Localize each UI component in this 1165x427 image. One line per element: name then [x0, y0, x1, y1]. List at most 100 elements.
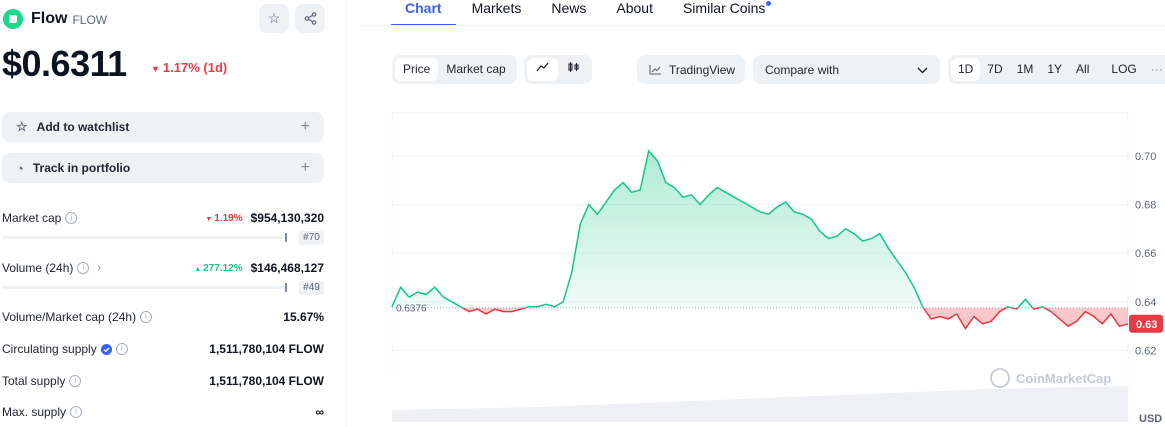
max-supply-row: Max. supply i ∞	[2, 405, 324, 419]
time-range-selector: 1D 7D 1M 1Y All LOG ···	[948, 55, 1165, 84]
price-marketcap-toggle: Price Market cap	[392, 55, 517, 84]
flow-logo-icon	[3, 9, 23, 29]
info-icon[interactable]: i	[77, 262, 90, 274]
volume-bar	[2, 283, 287, 292]
info-icon[interactable]: i	[115, 343, 128, 355]
tab-chart[interactable]: Chart	[391, 0, 455, 26]
y-tick-label: 0.68	[1135, 199, 1156, 211]
trend-icon	[649, 65, 661, 75]
coinmarketcap-logo-icon	[990, 368, 1010, 388]
star-icon: ☆	[16, 119, 28, 134]
max-supply-value: ∞	[315, 405, 324, 419]
portfolio-icon: ◔	[16, 160, 24, 176]
tab-similar-coins[interactable]: Similar Coins	[682, 0, 772, 24]
tabs-divider	[360, 25, 1165, 26]
plus-icon: +	[300, 159, 310, 176]
y-tick-label: 0.64	[1135, 297, 1156, 309]
market-cap-value: $954,130,320	[250, 211, 324, 225]
new-indicator-dot	[766, 1, 772, 6]
y-tick-label: 0.66	[1135, 248, 1156, 260]
info-icon[interactable]: i	[140, 311, 153, 323]
candle-icon	[568, 62, 579, 72]
market-cap-value-group: ▼ 1.19% $954,130,320	[205, 211, 324, 225]
coin-symbol: FLOW	[72, 13, 108, 27]
price-toggle-button[interactable]: Price	[395, 58, 439, 81]
tradingview-label: TradingView	[669, 62, 736, 77]
max-supply-label: Max. supply	[2, 405, 67, 419]
watchlist-star-button[interactable]: ☆	[259, 4, 289, 33]
circulating-supply-row: Circulating supply i 1,511,780,104 FLOW	[2, 342, 324, 356]
candle-chart-button[interactable]	[558, 58, 589, 81]
volume-market-cap-value: 15.67%	[283, 310, 324, 324]
price-change-value: 1.17% (1d)	[162, 60, 228, 75]
share-icon	[304, 12, 316, 25]
line-chart-icon	[536, 62, 549, 72]
volume-market-cap-label: Volume/Market cap (24h)	[2, 310, 137, 324]
coin-price: $0.6311	[2, 43, 127, 84]
circulating-supply-label: Circulating supply	[2, 342, 97, 356]
track-portfolio-button[interactable]: ◔ Track in portfolio +	[2, 153, 324, 183]
info-icon[interactable]: i	[70, 406, 83, 418]
market-cap-rank: #70	[299, 231, 324, 245]
tab-about[interactable]: About	[616, 0, 653, 24]
market-cap-label: Market cap	[2, 211, 62, 225]
star-icon: ☆	[267, 10, 281, 26]
compare-with-select[interactable]: Compare with	[753, 55, 940, 84]
range-1d-button[interactable]: 1D	[951, 58, 981, 81]
current-price-label: 0.63	[1136, 319, 1157, 331]
range-all-button[interactable]: All	[1069, 58, 1096, 81]
coin-name: Flow	[31, 10, 68, 27]
log-scale-button[interactable]: LOG	[1104, 58, 1143, 81]
volume-label: Volume (24h)	[2, 261, 74, 275]
baseline-label: 0.6376	[396, 304, 427, 315]
line-chart-button[interactable]	[527, 58, 558, 81]
tab-news[interactable]: News	[551, 0, 586, 24]
volume-value: $146,468,127	[250, 261, 324, 275]
market-cap-change: ▼ 1.19%	[205, 213, 242, 224]
range-7d-button[interactable]: 7D	[980, 58, 1009, 81]
caret-up-icon: ▲	[194, 265, 204, 273]
market-cap-row: Market cap i ▼ 1.19% $954,130,320	[2, 211, 324, 225]
add-to-watchlist-button[interactable]: ☆ Add to watchlist +	[2, 112, 324, 142]
add-to-watchlist-label: Add to watchlist	[36, 120, 130, 134]
volume-bars	[392, 386, 1128, 422]
market-cap-bar-marker	[285, 233, 287, 242]
market-cap-change-value: 1.19%	[214, 212, 243, 224]
y-tick-label: 0.70	[1135, 151, 1156, 163]
range-1m-button[interactable]: 1M	[1010, 58, 1041, 81]
total-supply-row: Total supply i 1,511,780,104 FLOW	[2, 374, 324, 388]
market-cap-toggle-button[interactable]: Market cap	[438, 58, 513, 81]
chevron-down-icon	[917, 63, 928, 77]
range-1y-button[interactable]: 1Y	[1040, 58, 1069, 81]
caret-down-icon: ▼	[151, 64, 160, 74]
volume-value-group: ▲ 277.12% $146,468,127	[194, 261, 324, 275]
market-cap-bar	[2, 233, 287, 242]
circulating-supply-value: 1,511,780,104 FLOW	[209, 342, 324, 356]
currency-label: USD	[1139, 413, 1162, 425]
coin-info-panel: Flow FLOW ☆ $0.6311 ▼ 1.17% (1d) ☆ Add to…	[0, 0, 347, 427]
total-supply-label: Total supply	[2, 374, 66, 388]
tradingview-button[interactable]: TradingView	[637, 55, 745, 84]
compare-with-label: Compare with	[765, 62, 840, 77]
volume-change-value: 277.12%	[203, 262, 243, 274]
volume-bar-marker	[285, 283, 287, 292]
volume-rank: #49	[299, 281, 324, 295]
price-change: ▼ 1.17% (1d)	[151, 60, 227, 75]
y-tick-label: 0.62	[1135, 346, 1156, 358]
coin-tabs: Chart Markets News About Similar Coins	[391, 0, 795, 26]
share-button[interactable]	[295, 4, 325, 33]
plus-icon: +	[300, 118, 310, 135]
chevron-right-icon[interactable]: ›	[97, 262, 101, 274]
caret-down-icon: ▼	[205, 215, 215, 223]
tab-markets[interactable]: Markets	[472, 0, 522, 24]
verified-icon	[100, 343, 112, 355]
tab-similar-coins-label: Similar Coins	[682, 0, 766, 16]
total-supply-value: 1,511,780,104 FLOW	[209, 374, 324, 388]
volume-change: ▲ 277.12%	[194, 263, 242, 274]
volume-market-cap-row: Volume/Market cap (24h) i 15.67%	[2, 310, 324, 324]
more-icon[interactable]: ···	[1144, 58, 1165, 81]
coinmarketcap-watermark: CoinMarketCap	[1016, 371, 1111, 386]
info-icon[interactable]: i	[65, 212, 78, 224]
info-icon[interactable]: i	[69, 375, 82, 387]
price-chart[interactable]: 0.70 0.68 0.66 0.64 0.62 0.6376 0.63 CoinMarket…	[390, 112, 1165, 427]
